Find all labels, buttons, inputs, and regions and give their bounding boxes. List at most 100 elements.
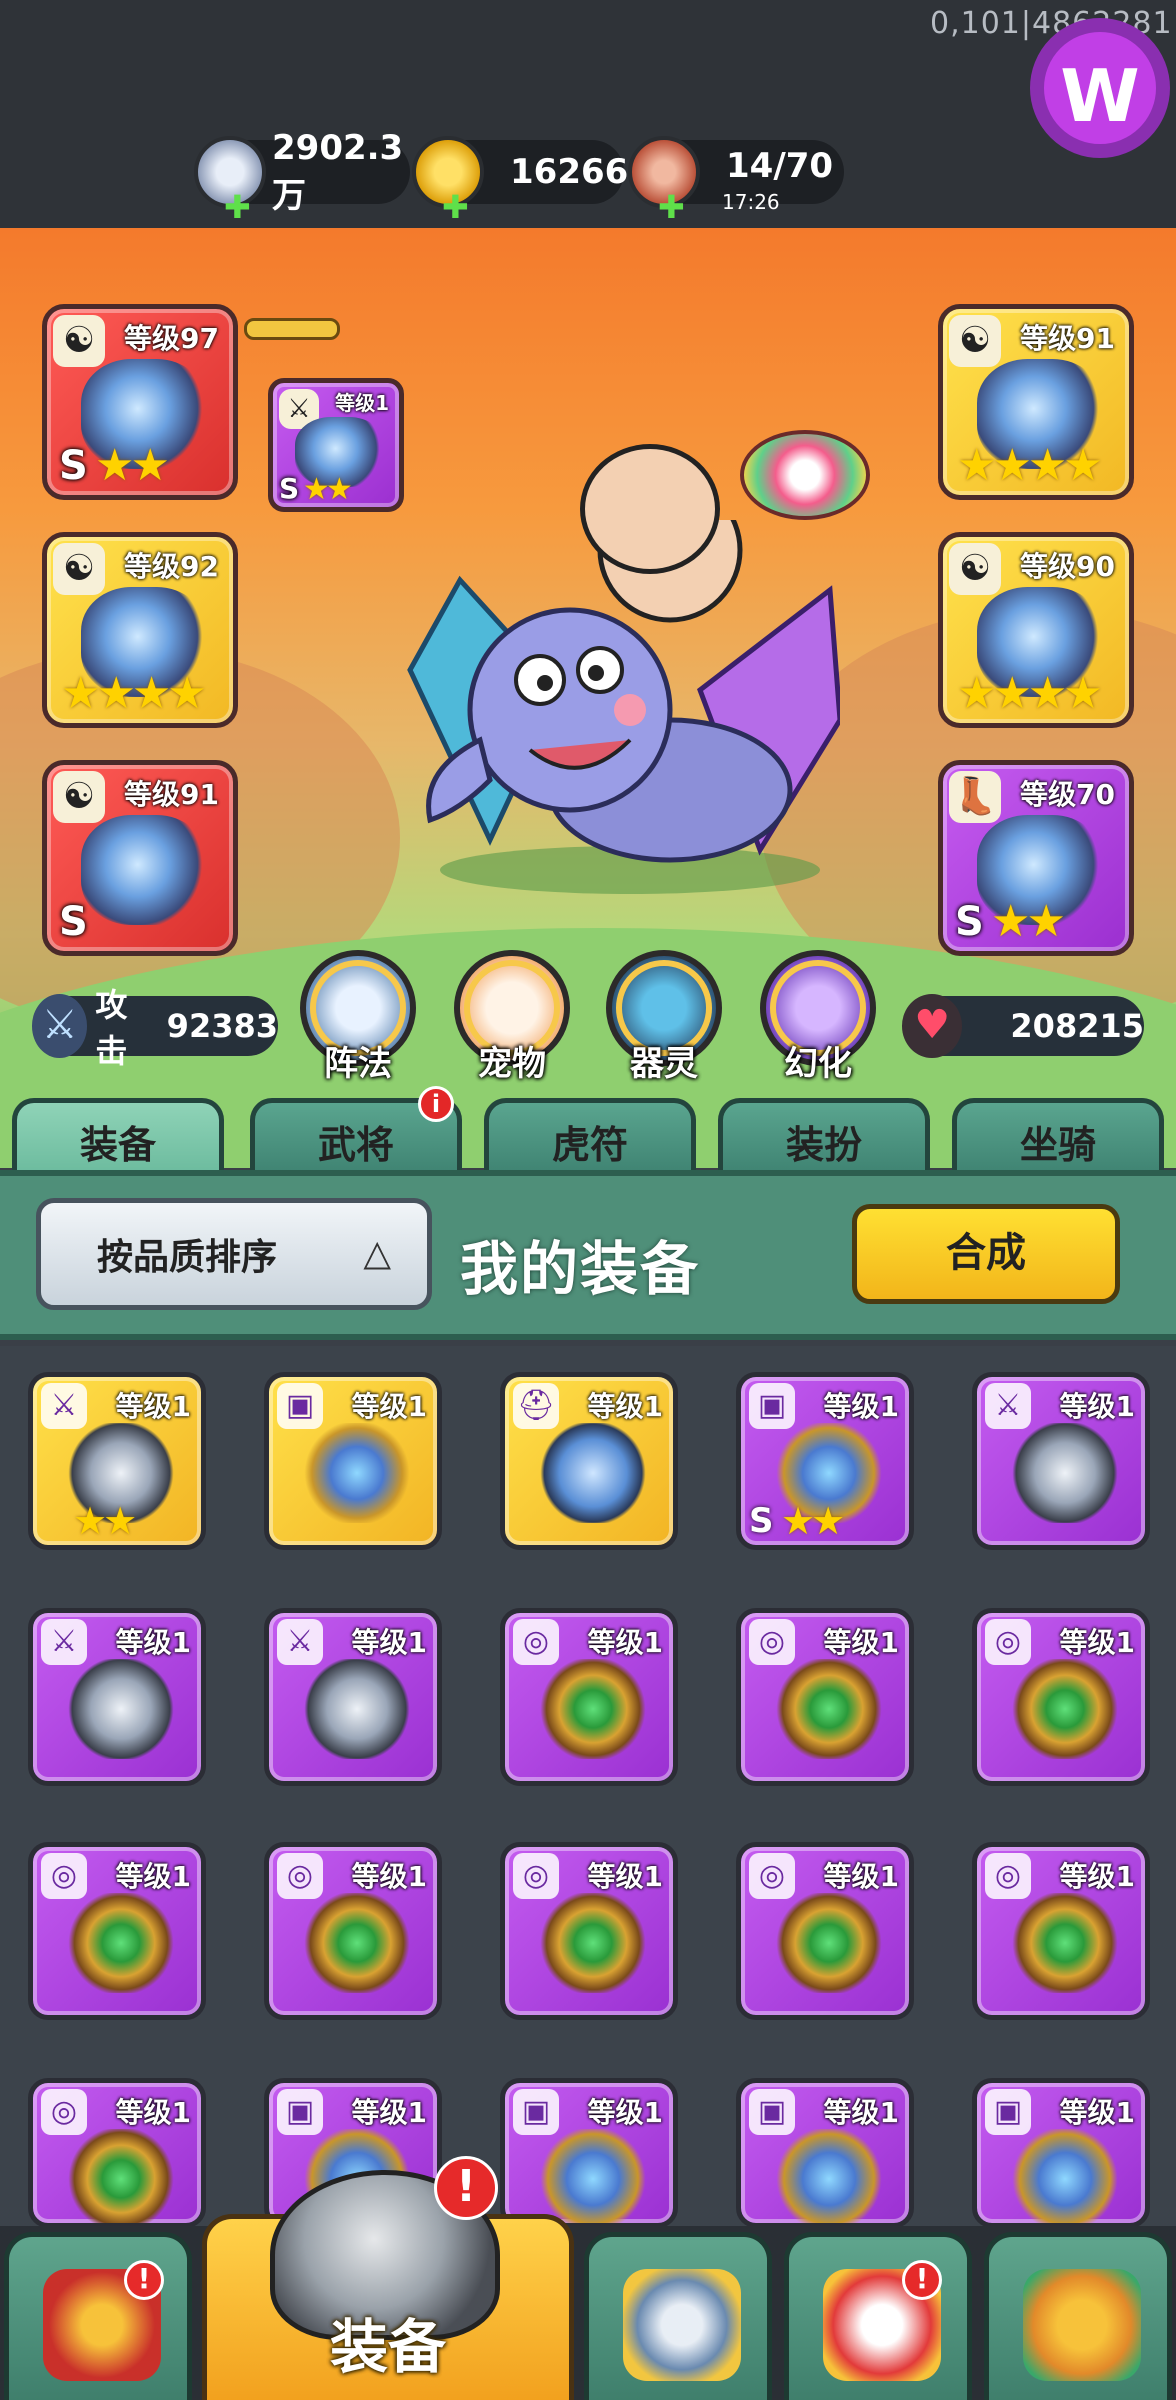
nav-shrine[interactable] <box>4 2232 192 2400</box>
equip-slot-left-2[interactable]: ☯ 等级92 ★★★★ <box>42 532 238 728</box>
inventory-item[interactable]: ◎ 等级1 <box>28 1842 206 2020</box>
necklace-type-icon: ◎ <box>41 1853 87 1899</box>
gold-resource[interactable]: ✚ 16266 <box>412 136 628 226</box>
necklace-icon <box>773 1659 885 1759</box>
armor-icon <box>773 2129 885 2223</box>
inventory-item[interactable]: ▣ 等级1 <box>264 1372 442 1550</box>
combine-button[interactable]: 合成 <box>852 1204 1120 1304</box>
coin-resource[interactable]: ✚ 2902.3万 <box>194 128 410 226</box>
inventory-item[interactable]: ⛑ 等级1 <box>500 1372 678 1550</box>
nav-hero[interactable] <box>784 2232 972 2400</box>
slot-rank: S <box>955 899 984 945</box>
add-coin-icon[interactable]: ✚ <box>224 188 251 226</box>
hp-value: 208215 <box>1010 1007 1144 1045</box>
inventory-item[interactable]: ▣ 等级1 <box>972 2078 1150 2228</box>
armor-type-icon: ▣ <box>985 2089 1031 2135</box>
add-stamina-icon[interactable]: ✚ <box>658 188 685 226</box>
inventory-item[interactable]: ⚔ 等级1 <box>28 1608 206 1786</box>
slot-level: 等级1 <box>335 391 389 415</box>
slot-rank: S <box>279 472 300 505</box>
sword-stat-icon: ⚔ <box>32 994 88 1058</box>
equip-slot-left-3[interactable]: ☯ 等级91 S <box>42 760 238 956</box>
pet-label: 宠物 <box>478 1044 546 1084</box>
necklace-icon <box>301 1893 413 1993</box>
sword-type-icon: ⚔ <box>277 1619 323 1665</box>
armor-type-icon: ▣ <box>749 2089 795 2135</box>
hp-stat: ♥ 208215 <box>902 994 1144 1058</box>
slot-stars: ★★ <box>303 472 353 507</box>
lotus-pet-icon <box>740 430 870 520</box>
necklace-icon <box>65 1893 177 1993</box>
item-level: 等级1 <box>351 1626 427 1659</box>
nav-upgrade[interactable] <box>984 2232 1172 2400</box>
necklace-type-icon: ◎ <box>749 1853 795 1899</box>
yin-yang-icon: ☯ <box>53 771 105 823</box>
item-level: 等级1 <box>587 1626 663 1659</box>
item-stars: ★★ <box>781 1499 845 1543</box>
item-level: 等级1 <box>115 1860 191 1893</box>
item-level: 等级1 <box>1059 2096 1135 2129</box>
sword-icon <box>65 1659 177 1759</box>
slot-level: 等级70 <box>1020 778 1115 811</box>
armor-icon <box>301 1423 413 1523</box>
inventory-item[interactable]: ◎ 等级1 <box>972 1842 1150 2020</box>
slot-rank: S <box>59 443 88 489</box>
inventory-item[interactable]: ▣ 等级1 <box>736 2078 914 2228</box>
item-level: 等级1 <box>823 1626 899 1659</box>
inventory-item[interactable]: ▣ 等级1 <box>500 2078 678 2228</box>
inventory-item[interactable]: ◎ 等级1 <box>972 1608 1150 1786</box>
inventory-item[interactable]: ◎ 等级1 <box>736 1608 914 1786</box>
inventory-item[interactable]: ⚔ 等级1 <box>972 1372 1150 1550</box>
item-level: 等级1 <box>587 2096 663 2129</box>
necklace-type-icon: ◎ <box>513 1619 559 1665</box>
boot-icon: 👢 <box>949 771 1001 823</box>
armor-type-icon: ▣ <box>749 1383 795 1429</box>
tab-outfit[interactable]: 装扮 <box>718 1098 930 1174</box>
necklace-icon <box>537 1659 649 1759</box>
inventory-item[interactable]: ◎ 等级1 <box>264 1842 442 2020</box>
formation-label: 阵法 <box>324 1044 392 1084</box>
inventory-item[interactable]: ◎ 等级1 <box>500 1842 678 2020</box>
stamina-timer: 17:26 <box>722 190 780 214</box>
tab-tiger-tally[interactable]: 虎符 <box>484 1098 696 1174</box>
inventory-item[interactable]: ▣ 等级1 S ★★ <box>736 1372 914 1550</box>
inventory-item[interactable]: ◎ 等级1 <box>736 1842 914 2020</box>
item-level: 等级1 <box>115 1626 191 1659</box>
necklace-type-icon: ◎ <box>513 1853 559 1899</box>
necklace-type-icon: ◎ <box>985 1619 1031 1665</box>
helmet-icon <box>537 1423 649 1523</box>
inventory-item[interactable]: ◎ 等级1 <box>500 1608 678 1786</box>
item-level: 等级1 <box>1059 1390 1135 1423</box>
add-gold-icon[interactable]: ✚ <box>442 188 469 226</box>
sword-type-icon: ⚔ <box>985 1383 1031 1429</box>
sword-icon <box>1009 1423 1121 1523</box>
item-level: 等级1 <box>823 1860 899 1893</box>
slot-stars: ★★ <box>991 896 1066 947</box>
nav-battle[interactable] <box>584 2232 772 2400</box>
tab-equipment[interactable]: 装备 <box>12 1098 224 1174</box>
helmet-type-icon: ⛑ <box>513 1383 559 1429</box>
linked-weapon-slot[interactable]: ⚔ 等级1 S ★★ <box>268 378 404 512</box>
equip-slot-left-1[interactable]: ☯ 等级97 S ★★ <box>42 304 238 500</box>
nav-badge-equipment: ! <box>434 2156 498 2220</box>
item-level: 等级1 <box>351 2096 427 2129</box>
slot-rank: S <box>59 899 88 945</box>
tab-mount[interactable]: 坐骑 <box>952 1098 1164 1174</box>
heart-icon: ♥ <box>902 994 963 1058</box>
tab-notification-badge: i <box>418 1086 454 1122</box>
inventory-item[interactable]: ⚔ 等级1 <box>264 1608 442 1786</box>
equip-slot-right-2[interactable]: ☯ 等级90 ★★★★ <box>938 532 1134 728</box>
equip-slot-right-1[interactable]: ☯ 等级91 ★★★★ <box>938 304 1134 500</box>
slot-level: 等级91 <box>1020 322 1115 355</box>
sort-dropdown[interactable]: 按品质排序 △ <box>36 1198 432 1310</box>
attack-value: 92383 <box>166 1007 278 1045</box>
sword-type-icon: ⚔ <box>41 1383 87 1429</box>
inventory-item[interactable]: ◎ 等级1 <box>28 2078 206 2228</box>
equip-slot-right-3[interactable]: 👢 等级70 S ★★ <box>938 760 1134 956</box>
armor-icon <box>1009 2129 1121 2223</box>
transform-label: 幻化 <box>784 1044 852 1084</box>
hero-head <box>580 444 720 574</box>
app-logo: W <box>1030 18 1170 158</box>
yin-yang-icon: ☯ <box>53 543 105 595</box>
inventory-item[interactable]: ⚔ 等级1 ★★ <box>28 1372 206 1550</box>
